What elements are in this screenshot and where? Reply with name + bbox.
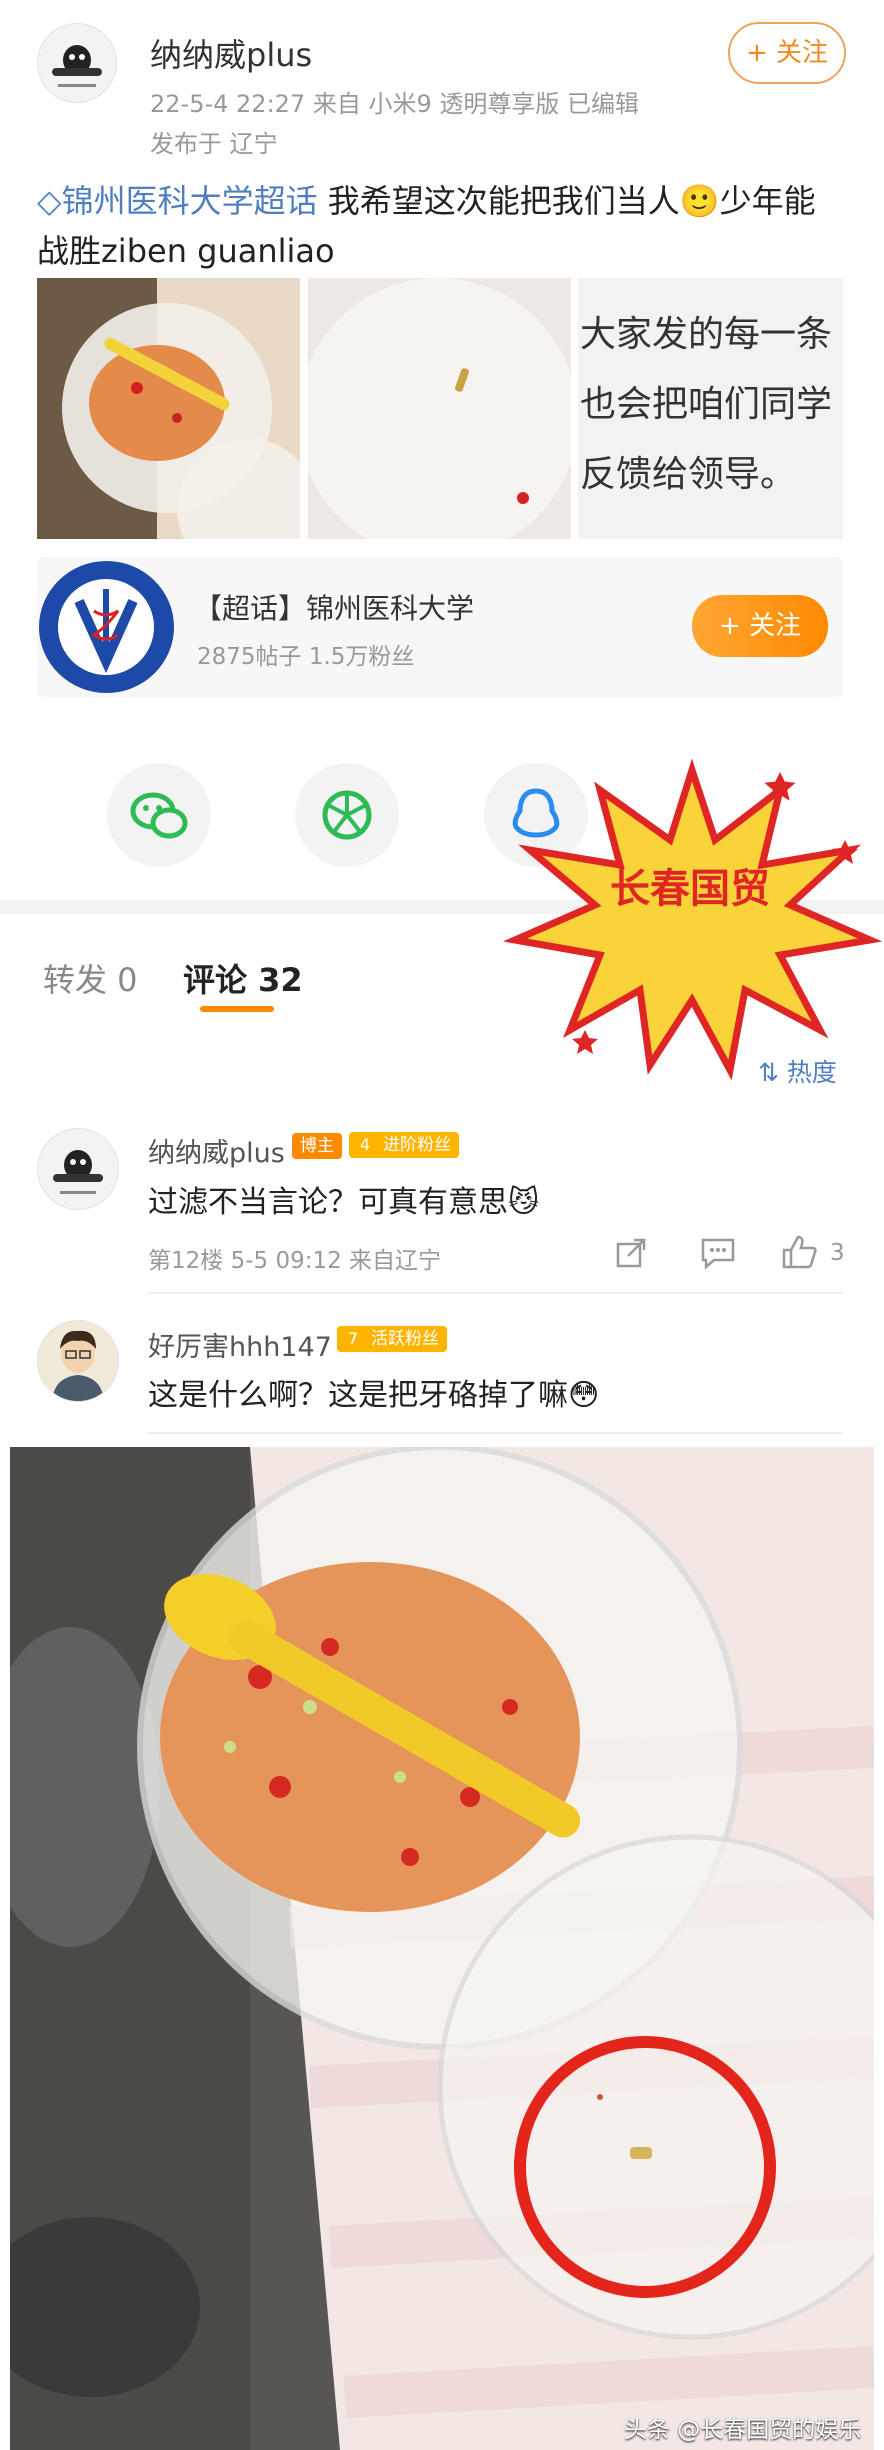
fan-badge: 进阶粉丝 4 xyxy=(349,1132,459,1158)
author-avatar[interactable] xyxy=(37,23,117,103)
comment-avatar[interactable] xyxy=(37,1128,119,1210)
comment-text: 过滤不当言论？可真有意思😼 xyxy=(148,1185,540,1220)
tab-comments[interactable]: 评论 32 xyxy=(183,955,303,1001)
wechat-icon xyxy=(130,792,188,839)
moments-icon xyxy=(322,790,372,840)
topic-card-title: 【超话】锦州医科大学 xyxy=(194,592,475,625)
post-text: ◇锦州医科大学超话 我希望这次能把我们当人🙂少年能 战胜ziben guanli… xyxy=(37,176,857,276)
topic-follow-button[interactable]: + 关注 xyxy=(692,595,828,657)
tab-active-indicator xyxy=(200,1006,274,1012)
university-logo-icon xyxy=(39,561,174,693)
post-image-3[interactable]: 大家发的每一条 也会把咱们同学 反馈给领导。 xyxy=(578,278,843,539)
tab-repost[interactable]: 转发 0 xyxy=(43,955,138,1001)
comment-divider xyxy=(148,1432,843,1434)
topic-label: 锦州医科大学超话 xyxy=(61,182,318,220)
topic-card[interactable]: 【超话】锦州医科大学 2875帖子 1.5万粉丝 + 关注 xyxy=(37,557,843,697)
sticker-text: 长春国贸 xyxy=(610,866,770,912)
post-image-1[interactable] xyxy=(37,278,300,539)
fan-badge: 活跃粉丝 7 xyxy=(337,1326,447,1352)
fan-level: 4 xyxy=(359,1135,371,1154)
author-name[interactable]: 纳纳威plus xyxy=(150,30,312,76)
comment-avatar[interactable] xyxy=(37,1320,119,1402)
author-badge: 博主 xyxy=(292,1133,342,1159)
topic-card-stats: 2875帖子 1.5万粉丝 xyxy=(197,644,415,670)
topic-link[interactable]: ◇锦州医科大学超话 xyxy=(37,182,318,220)
post-location: 发布于 辽宁 xyxy=(150,130,278,158)
comment-meta: 第12楼 5-5 09:12 来自辽宁 xyxy=(148,1248,442,1274)
reply-icon[interactable] xyxy=(700,1236,736,1270)
topic-diamond-icon: ◇ xyxy=(37,182,62,220)
image-text-line2: 也会把咱们同学 xyxy=(580,384,833,425)
comment-text: 这是什么啊？这是把牙硌掉了嘛😳 xyxy=(148,1378,600,1413)
comment-photo[interactable] xyxy=(10,1447,874,2450)
comment-author-name[interactable]: 纳纳威plus xyxy=(148,1131,285,1170)
post-text-line2: 战胜ziben guanliao xyxy=(37,232,335,270)
post-text-line1: 我希望这次能把我们当人🙂少年能 xyxy=(317,182,816,220)
comment-author-name[interactable]: 好厉害hhh147 xyxy=(148,1325,332,1364)
fan-level: 7 xyxy=(347,1329,359,1348)
follow-button[interactable]: + 关注 xyxy=(728,22,846,84)
watermark: 头条 @长春国贸的娱乐 xyxy=(624,2417,862,2443)
share-comment-icon[interactable] xyxy=(614,1236,648,1270)
post-meta: 22-5-4 22:27 来自 小米9 透明尊享版 已编辑 xyxy=(150,90,639,118)
like-icon[interactable] xyxy=(780,1234,818,1270)
share-moments-button[interactable] xyxy=(295,763,399,867)
like-count: 3 xyxy=(830,1240,845,1266)
image-text-line3: 反馈给领导。 xyxy=(580,454,797,495)
promo-sticker: 长春国贸 xyxy=(500,730,884,1090)
post-image-2[interactable] xyxy=(308,278,571,539)
comment-divider xyxy=(148,1292,843,1294)
share-wechat-button[interactable] xyxy=(107,763,211,867)
image-text-line1: 大家发的每一条 xyxy=(580,314,833,355)
